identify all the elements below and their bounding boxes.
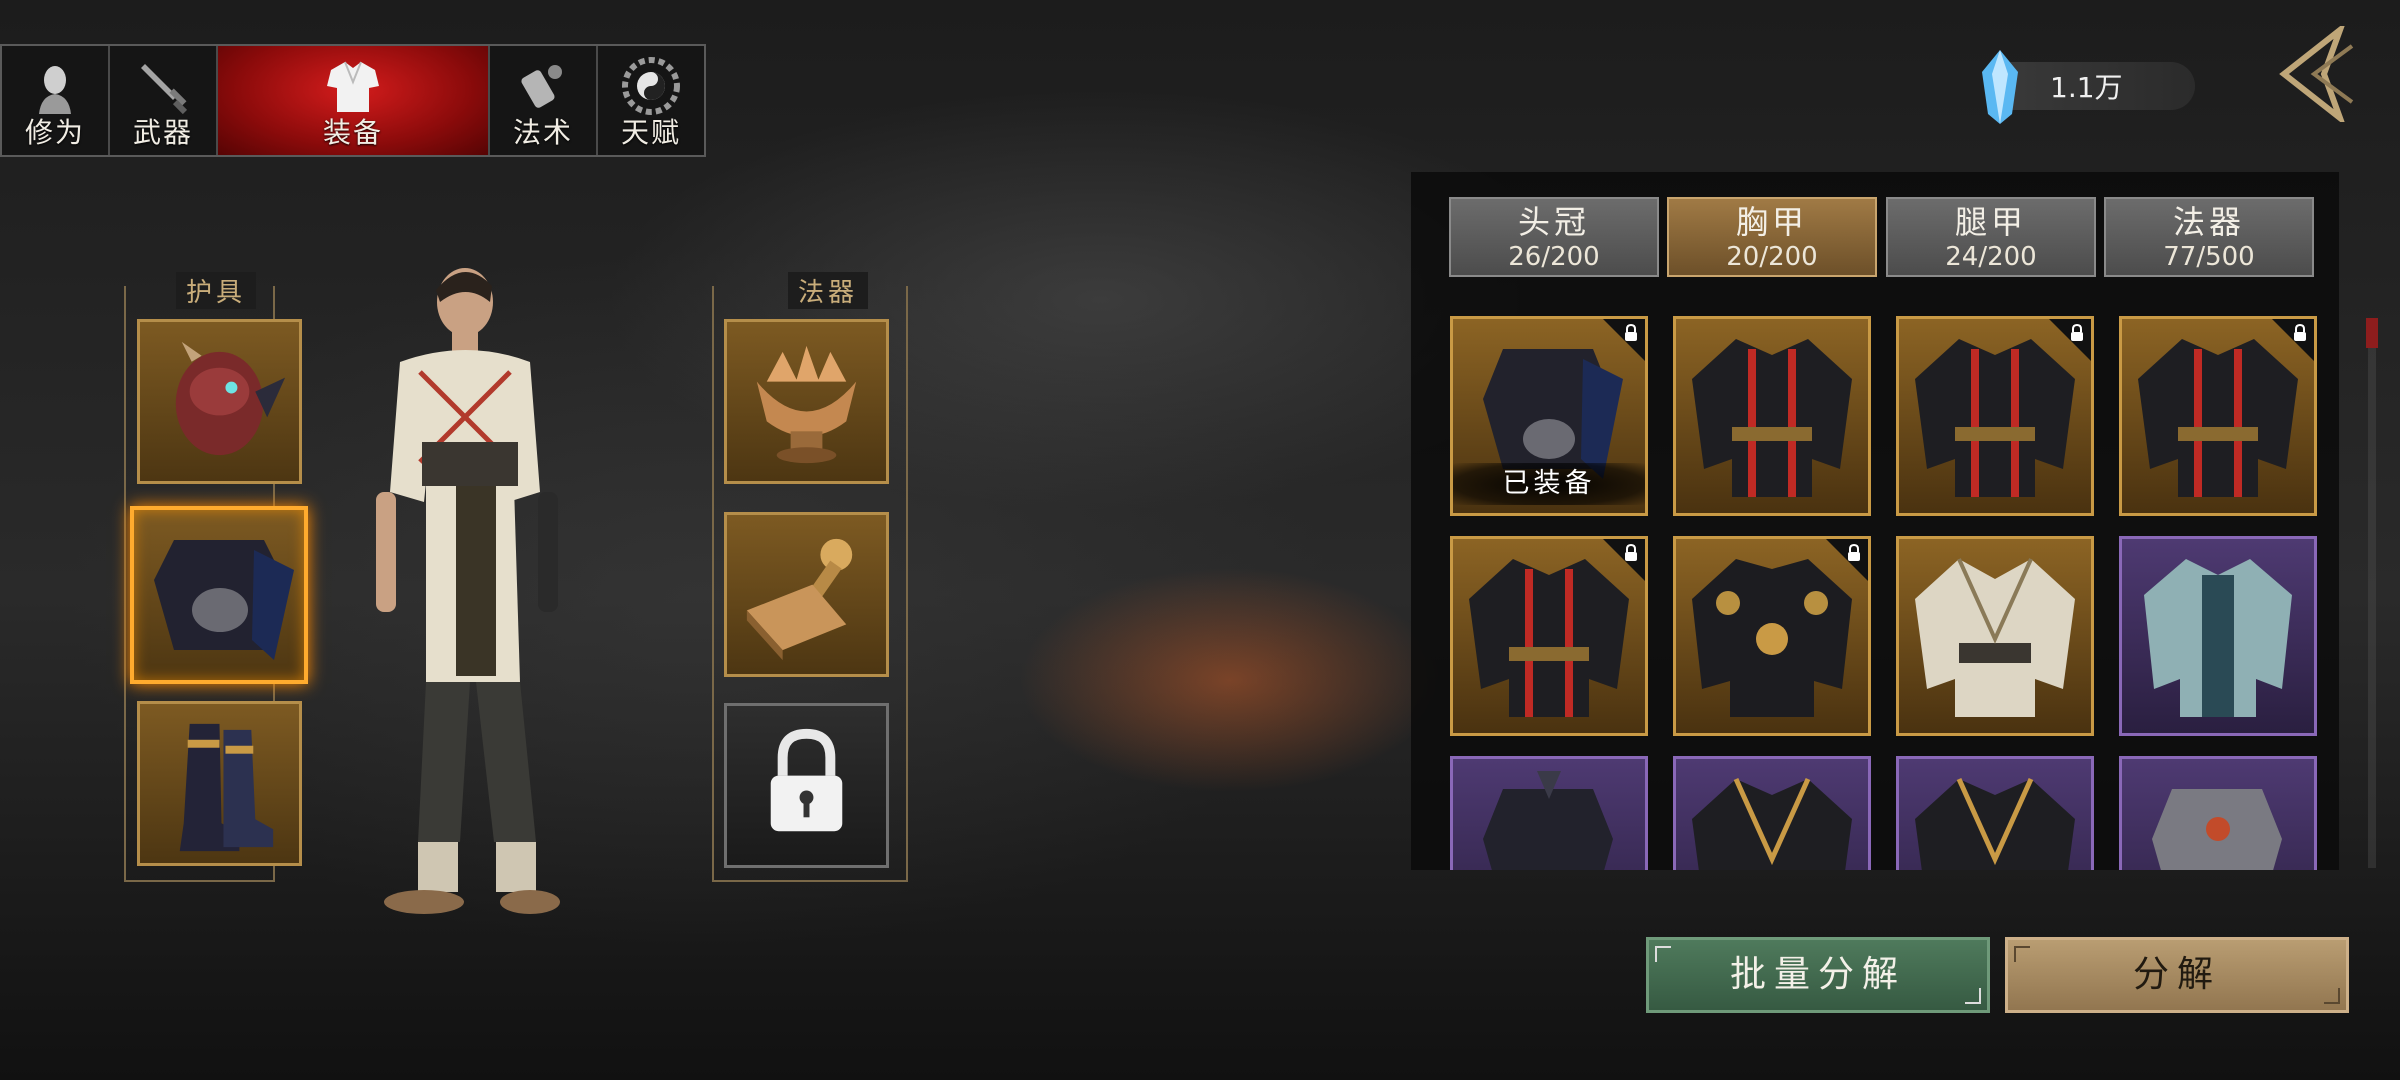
back-arrow-icon[interactable] bbox=[2270, 26, 2360, 122]
corner-decoration bbox=[1965, 988, 1981, 1004]
tab-talent[interactable]: 天赋 bbox=[598, 46, 704, 155]
tab-artifact[interactable]: 法器 77/500 bbox=[2104, 197, 2314, 277]
scroll-icon bbox=[521, 65, 562, 108]
small-lock-icon bbox=[1848, 544, 1860, 561]
tab-label: 装备 bbox=[322, 116, 383, 149]
dark-armor-icon bbox=[1483, 771, 1613, 870]
tab-name: 头冠 bbox=[1517, 203, 1590, 241]
corner-decoration bbox=[1655, 946, 1671, 962]
armor-group-title: 护具 bbox=[176, 272, 257, 309]
tab-name: 腿甲 bbox=[1954, 203, 2027, 241]
cultivator-head-icon bbox=[39, 66, 71, 114]
item-card[interactable] bbox=[1673, 316, 1871, 516]
padlock-icon bbox=[770, 728, 843, 832]
batch-decompose-button[interactable]: 批量分解 bbox=[1646, 937, 1990, 1013]
scrollbar-track[interactable] bbox=[2368, 318, 2376, 868]
button-label: 分解 bbox=[2132, 954, 2221, 995]
tab-equipment[interactable]: 装备 bbox=[218, 46, 490, 155]
seal-stamp-icon bbox=[746, 538, 853, 661]
tab-count: 77/500 bbox=[2163, 242, 2255, 272]
robe-icon bbox=[327, 61, 379, 112]
white-robe-icon bbox=[1915, 558, 2075, 717]
artifact-group-title: 法器 bbox=[788, 272, 869, 309]
black-gold-robe-icon bbox=[1915, 777, 2075, 870]
item-card[interactable] bbox=[2119, 536, 2317, 736]
artifact-slot-locked[interactable] bbox=[724, 703, 889, 868]
black-red-robe-icon bbox=[1692, 339, 1852, 497]
bagua-icon bbox=[622, 57, 680, 115]
boots-icon bbox=[179, 723, 274, 852]
tab-cultivation[interactable]: 修为 bbox=[2, 46, 110, 155]
tab-name: 胸甲 bbox=[1735, 203, 1808, 241]
tab-headgear[interactable]: 头冠 26/200 bbox=[1449, 197, 1659, 277]
small-lock-icon bbox=[1625, 544, 1637, 561]
character-model bbox=[376, 268, 560, 914]
helmet-slot[interactable] bbox=[137, 319, 302, 484]
lotus-bowl-icon bbox=[756, 345, 857, 464]
sword-hilt-icon bbox=[141, 64, 188, 115]
tab-count: 24/200 bbox=[1945, 242, 2037, 272]
scrollbar-thumb[interactable] bbox=[2366, 318, 2378, 348]
tab-leg-armor[interactable]: 腿甲 24/200 bbox=[1886, 197, 2096, 277]
item-card[interactable] bbox=[1896, 756, 2094, 870]
item-card[interactable] bbox=[2119, 756, 2317, 870]
item-card[interactable] bbox=[1896, 316, 2094, 516]
tab-spells[interactable]: 法术 bbox=[490, 46, 598, 155]
item-card[interactable] bbox=[1673, 756, 1871, 870]
chest-slot-selected[interactable] bbox=[130, 506, 308, 684]
equipped-tag: 已装备 bbox=[1453, 463, 1645, 505]
tab-label: 法术 bbox=[512, 116, 573, 149]
tab-chest-armor[interactable]: 胸甲 20/200 bbox=[1667, 197, 1877, 277]
top-tab-bar: 修为 武器 装备 法术 天赋 bbox=[0, 44, 706, 157]
decompose-button[interactable]: 分解 bbox=[2005, 937, 2349, 1013]
tab-weapon[interactable]: 武器 bbox=[110, 46, 218, 155]
tab-count: 20/200 bbox=[1726, 242, 1818, 272]
small-lock-icon bbox=[1625, 324, 1637, 341]
dark-armor-icon bbox=[154, 540, 294, 660]
corner-decoration bbox=[2324, 988, 2340, 1004]
black-gold-robe-icon bbox=[1692, 777, 1852, 870]
demon-helmet-icon bbox=[175, 341, 286, 456]
item-card[interactable] bbox=[1896, 536, 2094, 736]
steel-armor-icon bbox=[2152, 789, 2282, 870]
tab-label: 修为 bbox=[24, 116, 85, 149]
blue-crystal-icon bbox=[1982, 50, 2018, 124]
artifact-slot-2[interactable] bbox=[724, 512, 889, 677]
tab-label: 武器 bbox=[132, 116, 193, 149]
corner-decoration bbox=[2014, 946, 2030, 962]
boots-slot[interactable] bbox=[137, 701, 302, 866]
artifact-slot-1[interactable] bbox=[724, 319, 889, 484]
item-card[interactable] bbox=[2119, 316, 2317, 516]
item-card[interactable] bbox=[1450, 756, 1648, 870]
tab-label: 天赋 bbox=[620, 116, 681, 149]
item-card[interactable]: 已装备 bbox=[1450, 316, 1648, 516]
small-lock-icon bbox=[2294, 324, 2306, 341]
item-grid: 已装备 bbox=[1450, 312, 2318, 870]
button-label: 批量分解 bbox=[1729, 954, 1906, 995]
currency-value: 1.1万 bbox=[2050, 71, 2123, 104]
item-card[interactable] bbox=[1673, 536, 1871, 736]
teal-robe-icon bbox=[2144, 559, 2292, 717]
item-card[interactable] bbox=[1450, 536, 1648, 736]
tab-count: 26/200 bbox=[1508, 242, 1600, 272]
small-lock-icon bbox=[2071, 324, 2083, 341]
tab-name: 法器 bbox=[2172, 203, 2245, 241]
